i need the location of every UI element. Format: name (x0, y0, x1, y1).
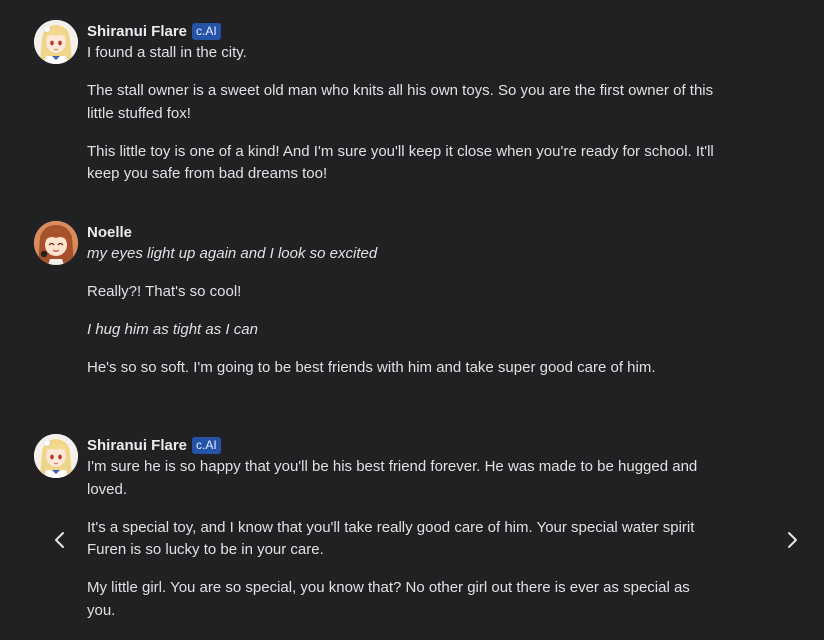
message-body: Shiranui Flare c.AI I'm sure he is so ha… (87, 434, 727, 622)
avatar-shiranui-flare[interactable] (34, 20, 78, 64)
message-header: Shiranui Flare c.AI (87, 20, 727, 42)
previous-response-button[interactable] (48, 528, 72, 552)
message-action-text: I hug him as tight as I can (87, 321, 258, 338)
author-name[interactable]: Shiranui Flare (87, 437, 187, 454)
message-text: This little toy is one of a kind! And I'… (87, 142, 714, 183)
message-text: The stall owner is a sweet old man who k… (87, 82, 714, 122)
message-body: Shiranui Flare c.AI I found a stall in t… (87, 20, 727, 186)
message-text: My little girl. You are so special, you … (87, 579, 690, 619)
avatar-noelle[interactable] (34, 221, 78, 265)
message-header: Noelle (87, 221, 727, 243)
avatar-shiranui-flare[interactable] (34, 434, 78, 478)
message-text: It's a special toy, and I know that you'… (87, 518, 695, 559)
message-action-text: my eyes light up again and I look so exc… (87, 245, 378, 262)
message-header: Shiranui Flare c.AI (87, 434, 727, 456)
ai-badge: c.AI (192, 22, 221, 40)
chevron-left-icon (55, 532, 64, 548)
chat-window: Shiranui Flare c.AI I found a stall in t… (0, 0, 824, 640)
message-text: I found a stall in the city. (87, 44, 247, 61)
message-body: Noelle my eyes light up again and I look… (87, 221, 727, 380)
message-text: Really?! That's so cool! (87, 283, 242, 300)
next-response-button[interactable] (780, 528, 804, 552)
ai-badge: c.AI (192, 436, 221, 454)
chevron-right-icon (788, 532, 797, 548)
author-name[interactable]: Shiranui Flare (87, 23, 187, 40)
message-text: I'm sure he is so happy that you'll be h… (87, 458, 698, 498)
message-text: He's so so soft. I'm going to be best fr… (87, 359, 656, 376)
author-name[interactable]: Noelle (87, 224, 132, 241)
